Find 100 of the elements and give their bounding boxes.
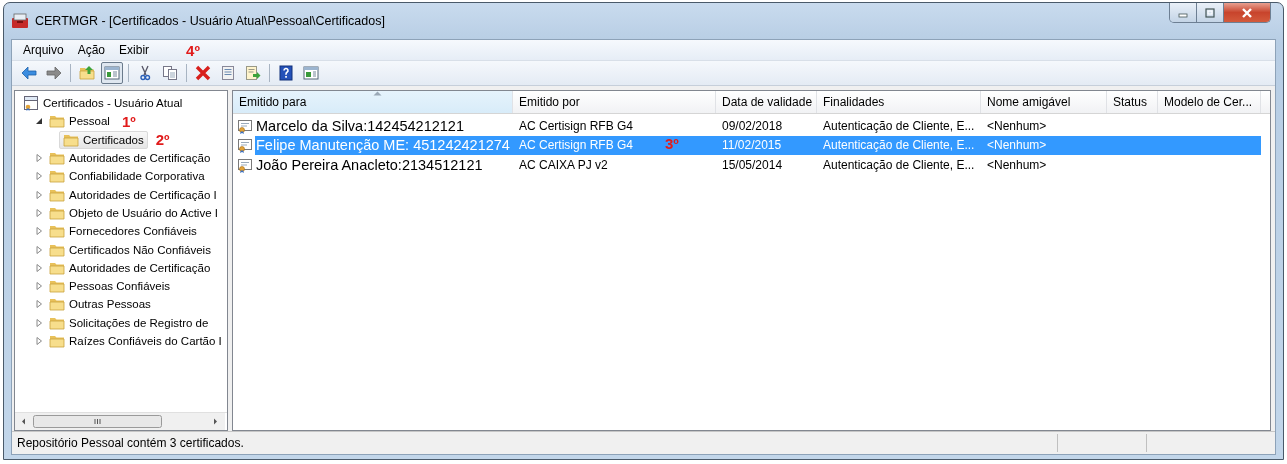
table-cell-text: <Nenhum> <box>986 156 1048 174</box>
tree-item[interactable]: Certificados Não Confiáveis <box>45 240 215 259</box>
tree-item[interactable]: Certificados - Usuário Atual <box>19 94 187 113</box>
list-row-name[interactable]: João Pereira Anacleto:2134512121 <box>255 155 513 175</box>
window-title: CERTMGR - [Certificados - Usuário Atual\Pessoal\Certificados] <box>35 14 386 28</box>
table-cell: Autenticação de Cliente, E... <box>817 135 981 155</box>
table-cell-text: Autenticação de Cliente, E... <box>822 156 976 174</box>
folder-icon <box>49 296 65 313</box>
folder-icon <box>49 333 65 349</box>
tree-label: Certificados - Usuário Atual <box>43 97 183 110</box>
certificate-icon <box>237 156 253 173</box>
copy-icon <box>162 65 178 81</box>
export-icon <box>245 65 261 81</box>
certificate-icon <box>237 117 253 134</box>
tree-item[interactable]: Autoridades de Certificação <box>45 149 215 168</box>
menu-item[interactable]: Exibir <box>112 42 157 58</box>
column-header[interactable]: Emitido para <box>233 91 513 113</box>
tree-item[interactable]: Certificados <box>59 130 148 149</box>
folder-icon <box>49 150 65 167</box>
tree-label: Solicitações de Registro de <box>69 316 209 329</box>
help-icon <box>278 65 294 81</box>
table-cell: 11/02/2015 <box>716 135 817 155</box>
collapsed-arrow-icon[interactable] <box>35 282 43 291</box>
forward-arrow-icon <box>46 65 62 81</box>
tree-label: Fornecedores Confiáveis <box>69 225 197 238</box>
tree-item[interactable]: Outras Pessoas <box>45 295 155 314</box>
folder-icon <box>49 278 65 295</box>
properties-icon <box>220 65 236 81</box>
collapsed-arrow-icon[interactable] <box>35 208 43 217</box>
close-icon <box>1241 7 1253 18</box>
tree-item[interactable]: Objeto de Usuário do Active I <box>45 203 222 222</box>
status-text: Repositório Pessoal contém 3 certificados. <box>16 436 245 450</box>
panel-icon <box>303 65 319 81</box>
minimize-button[interactable] <box>1170 3 1197 22</box>
back-arrow-icon <box>21 65 37 81</box>
column-header[interactable]: Data de validade <box>716 91 817 113</box>
app-icon[interactable] <box>11 13 29 29</box>
menu-item[interactable]: Arquivo <box>16 42 71 58</box>
collapsed-arrow-icon[interactable] <box>35 318 43 327</box>
tree-label: Pessoas Confiáveis <box>69 280 170 293</box>
table-cell-text: 15/05/2014 <box>721 156 784 174</box>
folder-icon <box>49 223 65 240</box>
collapsed-arrow-icon[interactable] <box>35 172 43 181</box>
panel-icon <box>104 65 120 81</box>
tree-item[interactable]: Autoridades de Certificação I <box>45 185 221 204</box>
folder-up-icon <box>79 65 95 81</box>
collapsed-arrow-icon[interactable] <box>35 300 43 309</box>
tree-item[interactable]: Confiabilidade Corporativa <box>45 167 209 186</box>
tree-item[interactable]: Raízes Confiáveis do Cartão I <box>45 332 226 350</box>
collapsed-arrow-icon[interactable] <box>35 245 43 254</box>
tree-item[interactable]: Pessoas Confiáveis <box>45 277 174 296</box>
tree-label: Objeto de Usuário do Active I <box>69 206 218 219</box>
tree-item[interactable]: Solicitações de Registro de <box>45 313 213 332</box>
delete-icon <box>195 65 211 81</box>
tree-label: Outras Pessoas <box>69 298 151 311</box>
collapsed-arrow-icon[interactable] <box>35 190 43 199</box>
column-header[interactable]: Emitido por <box>513 91 716 113</box>
tree-item[interactable]: Autoridades de Certificação <box>45 258 215 277</box>
certificate-store-icon <box>23 95 39 112</box>
folder-icon <box>49 113 65 130</box>
table-cell-text: AC CAIXA PJ v2 <box>518 156 609 174</box>
column-header[interactable]: Status <box>1107 91 1158 113</box>
tree-label: Raízes Confiáveis do Cartão I <box>69 335 222 347</box>
table-cell: <Nenhum> <box>981 135 1107 155</box>
tree-item[interactable]: Fornecedores Confiáveis <box>45 222 201 241</box>
collapsed-arrow-icon[interactable] <box>35 227 43 236</box>
collapsed-arrow-icon[interactable] <box>35 337 43 345</box>
tree-label: Autoridades de Certificação I <box>69 188 217 201</box>
annotation-label: 1º <box>121 112 136 130</box>
sort-arrow-icon <box>372 91 382 96</box>
maximize-icon <box>1204 7 1216 18</box>
annotation-label: 3º <box>665 134 679 152</box>
collapsed-arrow-icon[interactable] <box>35 154 43 163</box>
scissors-icon <box>137 65 153 81</box>
folder-icon <box>49 168 65 185</box>
table-cell-text: Autenticação de Cliente, E... <box>822 117 976 135</box>
certificate-icon <box>237 137 253 154</box>
column-header[interactable]: Modelo de Cer... <box>1158 91 1261 113</box>
maximize-button[interactable] <box>1197 3 1224 22</box>
tree-label: Confiabilidade Corporativa <box>69 170 205 183</box>
annotation-label: 2º <box>155 131 170 149</box>
tree-item[interactable]: Pessoal <box>45 112 114 131</box>
tree-label: Certificados Não Confiáveis <box>69 243 211 256</box>
tree-label: Autoridades de Certificação <box>69 261 211 274</box>
table-cell-text: AC Certisign RFB G4 <box>518 117 635 135</box>
menu-item[interactable]: Ação <box>70 42 113 58</box>
column-header[interactable]: Finalidades <box>817 91 981 113</box>
close-button[interactable] <box>1224 3 1270 22</box>
table-cell: AC Certisign RFB G4 3º <box>513 135 716 155</box>
collapsed-arrow-icon[interactable] <box>35 263 43 272</box>
tree-label: Certificados <box>83 133 144 146</box>
table-cell-text: 09/02/2018 <box>721 117 784 135</box>
list-row-name[interactable]: Marcelo da Silva:142454212121 <box>255 116 513 136</box>
tree-label: Pessoal <box>69 115 110 128</box>
column-header[interactable]: Nome amigável <box>981 91 1107 113</box>
horizontal-scrollbar[interactable] <box>15 413 225 430</box>
table-cell-text: <Nenhum> <box>986 117 1048 135</box>
expanded-arrow-icon[interactable] <box>35 117 43 126</box>
console-tree-toggle[interactable] <box>101 62 123 84</box>
annotation-label: 4º <box>186 41 200 59</box>
